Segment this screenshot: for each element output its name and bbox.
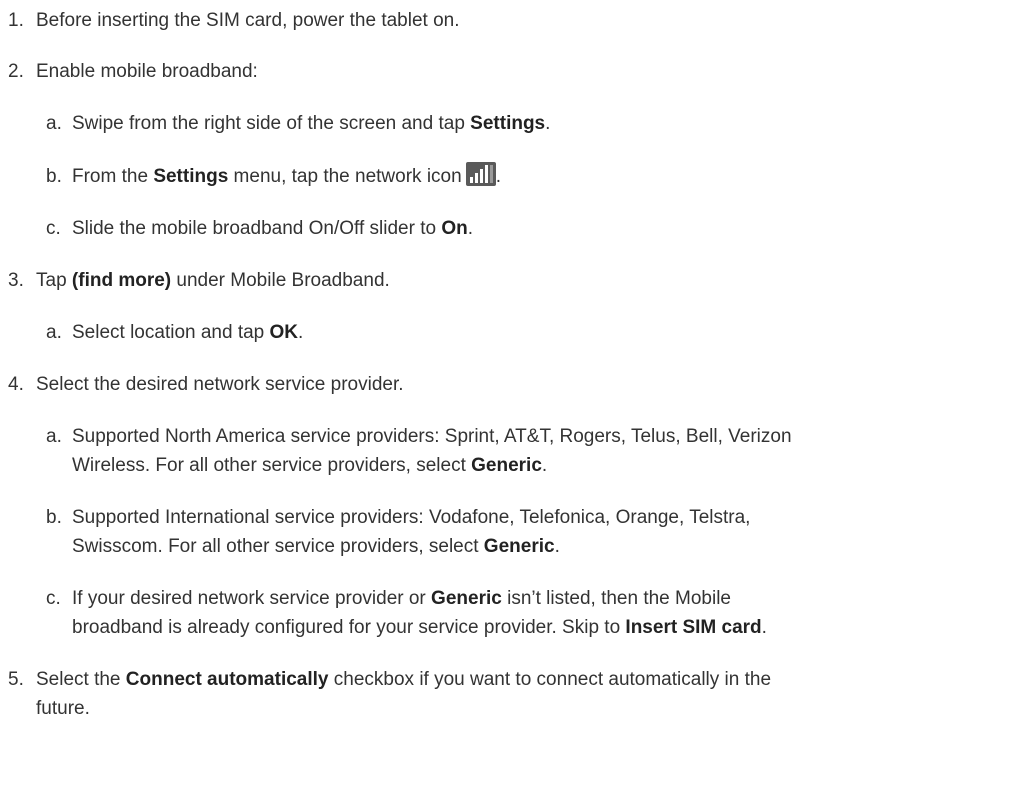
step-text: Enable mobile broadband: bbox=[36, 61, 258, 82]
substep-letter: c. bbox=[46, 588, 61, 609]
substep-text: Select location and tap OK. bbox=[72, 322, 304, 343]
substep-letter: b. bbox=[46, 166, 62, 187]
network-signal-icon bbox=[465, 162, 496, 186]
substep-text: If your desired network service provider… bbox=[72, 588, 767, 638]
step-text: Before inserting the SIM card, power the… bbox=[36, 10, 460, 31]
step-text: Select the Connect automatically checkbo… bbox=[36, 669, 772, 719]
substep-letter: c. bbox=[46, 218, 61, 239]
step-number: 4. bbox=[8, 374, 24, 395]
step-number: 3. bbox=[8, 270, 24, 291]
substep-text: Supported International service provider… bbox=[72, 507, 751, 557]
substep-text: Swipe from the right side of the screen … bbox=[72, 113, 551, 134]
substep-text: Supported North America service provider… bbox=[72, 426, 792, 476]
step-number: 2. bbox=[8, 61, 24, 82]
substep-letter: a. bbox=[46, 426, 62, 447]
step-text: Tap (find more) under Mobile Broadband. bbox=[36, 270, 390, 291]
substep-text: From the Settings menu, tap the network … bbox=[72, 162, 501, 191]
step-number: 5. bbox=[8, 669, 24, 690]
substep-letter: b. bbox=[46, 507, 62, 528]
substep-letter: a. bbox=[46, 322, 62, 343]
substep-text: Slide the mobile broadband On/Off slider… bbox=[72, 218, 473, 239]
step-text: Select the desired network service provi… bbox=[36, 374, 404, 395]
instructions-document: 1. Before inserting the SIM card, power … bbox=[0, 0, 1026, 801]
step-number: 1. bbox=[8, 10, 24, 31]
substep-letter: a. bbox=[46, 113, 62, 134]
